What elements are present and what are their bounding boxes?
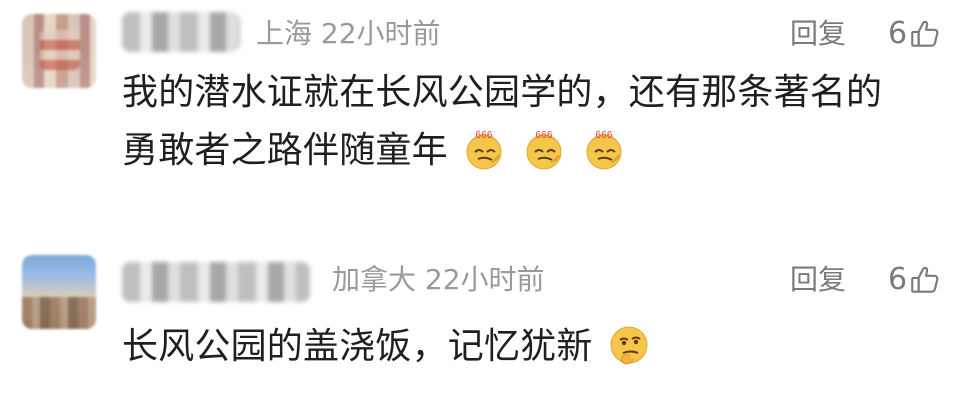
reply-button[interactable]: 回复 [790, 260, 846, 300]
like-count: 6 [888, 16, 908, 51]
comment-content: 我的潜水证就在长风公园学的，还有那条著名的 勇敢者之路伴随童年 666 666 … [122, 64, 962, 180]
thinking-face-emoji-icon [606, 322, 652, 368]
emoji-label-666: 666 [476, 130, 494, 141]
like-button[interactable]: 6 [888, 14, 942, 54]
comment-line-1: 我的潜水证就在长风公园学的，还有那条著名的 [122, 72, 883, 113]
emoji-label-666: 666 [535, 130, 553, 141]
thumbs-up-icon [908, 263, 942, 297]
comment-line-2: 勇敢者之路伴随童年 666 666 666 [122, 122, 962, 180]
comment-text: 长风公园的盖浇饭，记忆犹新 [122, 326, 593, 367]
emoji-label-666: 666 [595, 130, 613, 141]
avatar[interactable] [22, 255, 96, 329]
comment-content: 长风公园的盖浇饭，记忆犹新 [122, 318, 962, 376]
thumbs-up-icon [908, 17, 942, 51]
reply-button[interactable]: 回复 [790, 14, 846, 54]
comment-1: 上海 22小时前 回复 6 我的潜水证就在长风公园学的，还有那条著名的 勇敢者之… [0, 0, 976, 220]
comment-meta: 上海 22小时前 [256, 17, 441, 50]
avatar[interactable] [22, 14, 96, 88]
like-count: 6 [888, 262, 908, 297]
666-smirk-emoji-icon: 666 [461, 126, 507, 172]
comment-meta: 加拿大 22小时前 [332, 263, 545, 296]
username-blurred[interactable] [122, 12, 240, 52]
666-smirk-emoji-icon: 666 [581, 126, 627, 172]
like-button[interactable]: 6 [888, 260, 942, 300]
username-blurred[interactable] [122, 262, 310, 302]
666-smirk-emoji-icon: 666 [521, 126, 567, 172]
comment-line-2-text: 勇敢者之路伴随童年 [122, 130, 448, 171]
